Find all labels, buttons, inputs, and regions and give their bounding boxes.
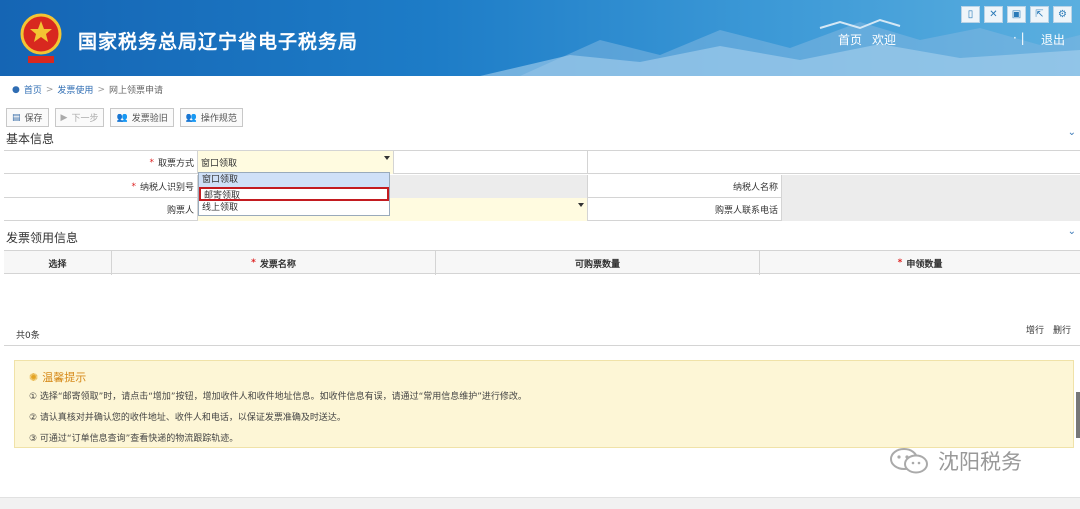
tips-panel: ✺ 温馨提示 ① 选择“邮寄领取”时，请点击“增加”按钮，增加收件人和收件地址信… xyxy=(14,360,1074,448)
users-icon: 👥 xyxy=(116,112,128,123)
lightbulb-icon: ✺ xyxy=(29,370,39,384)
chevron-down-icon[interactable]: ⌄ xyxy=(1068,127,1076,138)
empty-cell xyxy=(588,151,1080,174)
empty-cell xyxy=(394,151,588,174)
breadcrumb-invoice-use[interactable]: 发票使用 xyxy=(57,83,93,96)
watermark-text: 沈阳税务 xyxy=(938,450,1022,474)
save-icon: ▤ xyxy=(12,112,21,123)
national-emblem-icon xyxy=(20,13,62,63)
taxpayer-name-label: 纳税人名称 xyxy=(588,175,782,198)
tips-title: ✺ 温馨提示 xyxy=(29,370,87,385)
required-star-icon: * xyxy=(251,258,256,268)
required-star-icon: * xyxy=(897,258,903,268)
form-row-buyer: 购票人 购票人联系电话 xyxy=(4,198,1080,221)
buyer-phone-field xyxy=(782,198,1080,221)
export-icon[interactable]: ⇱ xyxy=(1030,6,1049,23)
play-icon: ▶ xyxy=(60,112,68,123)
breadcrumb-separator-icon: > xyxy=(97,84,105,95)
breadcrumb: ● 首页 > 发票使用 > 网上领票申请 xyxy=(12,83,163,97)
dropdown-arrow-icon xyxy=(578,203,584,207)
chevron-down-icon[interactable]: ⌄ xyxy=(1068,226,1076,237)
column-available-qty: 可购票数量 xyxy=(436,251,760,275)
invoice-verify-button[interactable]: 👥 发票验旧 xyxy=(110,108,174,127)
header-tool-icons: ▯ ✕ ▣ ⇱ ⚙ xyxy=(961,6,1072,23)
pickup-method-dropdown-list: 窗口领取 邮寄领取 线上领取 xyxy=(198,172,390,216)
right-scrollbar[interactable] xyxy=(1076,392,1080,438)
column-apply-qty: * 申领数量 xyxy=(897,258,943,270)
save-button-label: 保存 xyxy=(24,114,43,124)
dropdown-arrow-icon xyxy=(384,156,390,160)
invoice-section-title: 发票领用信息 xyxy=(6,231,79,245)
footer-bar xyxy=(0,497,1080,509)
breadcrumb-current: 网上领票申请 xyxy=(108,86,163,96)
home-link[interactable]: 首页 xyxy=(838,31,862,48)
basic-info-form: * 取票方式 窗口领取 * 纳税人识别号 纳税人名称 购票人 购票人联系电话 xyxy=(4,150,1080,221)
tip-item: ② 请认真核对并确认您的收件地址、收件人和电话，以保证发票准确及时送达。 xyxy=(29,413,346,423)
add-row-button[interactable]: 增行 xyxy=(1026,323,1044,336)
next-step-label: 下一步 xyxy=(71,114,99,124)
wechat-icon xyxy=(890,448,928,474)
form-row-taxpayer: * 纳税人识别号 纳税人名称 xyxy=(4,175,1080,198)
operation-guide-label: 操作规范 xyxy=(200,114,237,124)
buyer-phone-label: 购票人联系电话 xyxy=(588,198,782,221)
fullscreen-icon[interactable]: ✕ xyxy=(984,6,1003,23)
tip-item: ③ 可通过“订单信息查询”查看快递的物流跟踪轨迹。 xyxy=(29,434,239,444)
save-button[interactable]: ▤ 保存 xyxy=(6,108,49,127)
logout-link[interactable]: 退出 xyxy=(1041,31,1065,48)
print-icon[interactable]: ▣ xyxy=(1007,6,1026,23)
delete-row-button[interactable]: 删行 xyxy=(1053,323,1071,336)
buyer-label: 购票人 xyxy=(4,198,198,221)
dropdown-option-mail[interactable]: 邮寄领取 xyxy=(199,187,389,201)
form-row-pickup: * 取票方式 窗口领取 xyxy=(4,151,1080,174)
pickup-method-select[interactable]: 窗口领取 xyxy=(198,151,394,174)
column-select: 选择 xyxy=(4,251,112,275)
site-title: 国家税务总局辽宁省电子税务局 xyxy=(78,31,359,53)
invoice-verify-label: 发票验旧 xyxy=(131,114,168,124)
toolbar: ▤ 保存 ▶ 下一步 👥 发票验旧 👥 操作规范 xyxy=(6,108,243,127)
required-star-icon: * xyxy=(131,181,136,192)
breadcrumb-home[interactable]: 首页 xyxy=(24,83,42,96)
users-icon: 👥 xyxy=(185,112,197,123)
header-separator: · | xyxy=(1013,31,1025,45)
mobile-icon[interactable]: ▯ xyxy=(961,6,980,23)
column-invoice-name: * 发票名称 xyxy=(112,251,436,275)
total-count: 共0条 xyxy=(16,331,40,341)
tip-item: ① 选择“邮寄领取”时，请点击“增加”按钮，增加收件人和收件地址信息。如收件信息… xyxy=(29,392,527,402)
basic-info-title: 基本信息 xyxy=(6,132,55,146)
next-step-button[interactable]: ▶ 下一步 xyxy=(54,108,105,127)
location-pin-icon: ● xyxy=(12,84,20,95)
header-banner: 国家税务总局辽宁省电子税务局 首页 欢迎 · | 退出 ▯ ✕ ▣ ⇱ ⚙ xyxy=(0,0,1080,76)
dropdown-option-online[interactable]: 线上领取 xyxy=(199,201,389,215)
taxpayer-name-field xyxy=(782,175,1080,198)
pickup-method-value: 窗口领取 xyxy=(201,159,238,169)
invoice-table-body xyxy=(4,274,1080,346)
settings-icon[interactable]: ⚙ xyxy=(1053,6,1072,23)
welcome-text: 欢迎 xyxy=(872,33,897,47)
pickup-method-label: * 取票方式 xyxy=(4,151,198,174)
dropdown-option-window[interactable]: 窗口领取 xyxy=(199,173,389,187)
taxpayer-id-label: * 纳税人识别号 xyxy=(4,175,198,198)
required-star-icon: * xyxy=(149,157,154,168)
operation-guide-button[interactable]: 👥 操作规范 xyxy=(179,108,243,127)
invoice-table-header: 选择 * 发票名称 可购票数量 * 申领数量 xyxy=(4,250,1080,275)
breadcrumb-separator-icon: > xyxy=(45,84,54,95)
watermark: 沈阳税务 xyxy=(888,446,1022,476)
